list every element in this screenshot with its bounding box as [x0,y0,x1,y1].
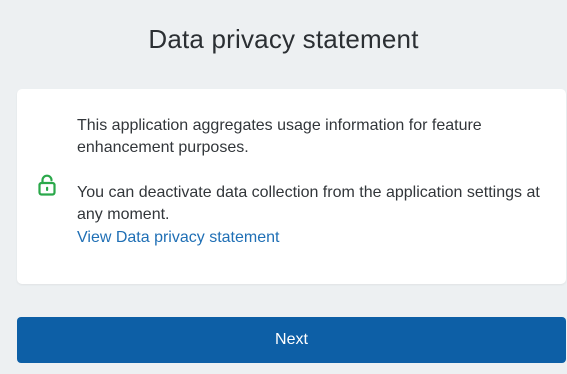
view-privacy-statement-link[interactable]: View Data privacy statement [77,227,279,249]
privacy-dialog: Data privacy statement This application … [0,0,567,374]
page-title: Data privacy statement [148,24,419,54]
next-button[interactable]: Next [17,317,566,363]
lock-icon [38,174,56,196]
deactivate-info-text: You can deactivate data collection from … [77,184,540,223]
usage-info-text: This application aggregates usage inform… [77,117,482,156]
